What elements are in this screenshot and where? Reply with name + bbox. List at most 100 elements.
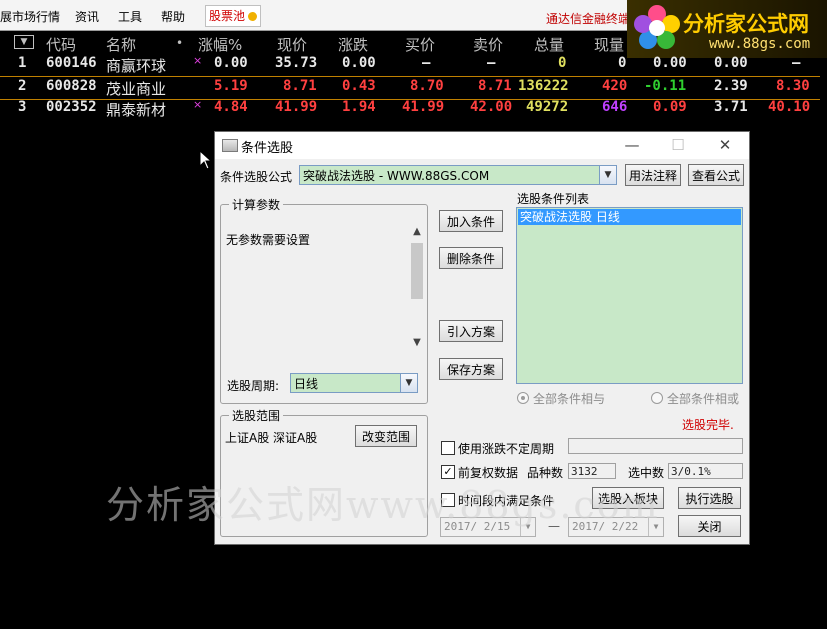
row-change: 1.94 <box>342 99 376 115</box>
params-group-title: 计算参数 <box>229 196 284 213</box>
col-name[interactable]: 名称 <box>106 34 136 55</box>
scope-group-title: 选股范围 <box>229 407 284 424</box>
window-icon <box>222 139 238 152</box>
scroll-down-icon[interactable]: ▼ <box>409 336 425 350</box>
status-text: 选股完毕. <box>682 418 734 432</box>
row-index: 1 <box>18 55 27 71</box>
sort-toggle-icon[interactable]: ▼ <box>14 35 34 49</box>
row-bid: — <box>422 55 431 71</box>
scroll-up-icon[interactable]: ▲ <box>409 225 425 239</box>
chevron-down-icon[interactable]: ▼ <box>599 166 616 184</box>
period-select[interactable]: 日线 ▼ <box>290 373 418 393</box>
row-code: 600828 <box>46 78 97 94</box>
row-ask: 42.00 <box>470 99 513 115</box>
col-change-pct[interactable]: 涨幅% <box>198 34 242 55</box>
row-speed: -0.11 <box>644 78 687 94</box>
row-ask: 8.71 <box>478 78 512 94</box>
date-from-picker: 2017/ 2/15 ▼ <box>440 517 536 537</box>
row-change-pct: 4.84 <box>214 99 248 115</box>
quote-row[interactable]: 2 600828 茂业商业 5.19 8.71 0.43 8.70 8.71 1… <box>0 76 820 100</box>
row-turnover: 0.00 <box>714 55 748 71</box>
chevron-down-icon[interactable]: ▼ <box>400 374 417 392</box>
quote-row[interactable]: 3 002352 鼎泰新材 × 4.84 41.99 1.94 41.99 42… <box>0 98 820 120</box>
mouse-cursor-icon <box>199 150 213 170</box>
row-price: 41.99 <box>275 99 318 115</box>
maximize-icon: ☐ <box>671 136 685 154</box>
time-range-checkbox[interactable] <box>441 493 455 507</box>
formula-label: 条件选股公式 <box>220 170 293 184</box>
row-current-volume: 420 <box>602 78 628 94</box>
menu-stock-pool[interactable]: 股票池 <box>205 5 262 27</box>
add-to-block-button[interactable]: 选股入板块 <box>592 487 664 509</box>
col-volume[interactable]: 总量 <box>534 34 564 55</box>
col-bid[interactable]: 买价 <box>405 34 435 55</box>
date-from-value: 2017/ 2/15 <box>444 520 511 533</box>
execute-button[interactable]: 执行选股 <box>678 487 741 509</box>
close-button[interactable]: 关闭 <box>678 515 741 537</box>
col-price[interactable]: 现价 <box>277 34 307 55</box>
scope-text: 上证A股 深证A股 <box>225 431 318 445</box>
row-ask: — <box>487 55 496 71</box>
quote-row[interactable]: 1 600146 商赢环球 × 0.00 35.73 0.00 — — 0 0 … <box>0 54 820 76</box>
add-condition-button[interactable]: 加入条件 <box>439 210 503 232</box>
row-index: 2 <box>18 78 27 94</box>
row-open: 40.10 <box>768 99 811 115</box>
radio-or-label: 全部条件相或 <box>667 392 740 406</box>
adjust-checkbox[interactable]: ✓ <box>441 465 455 479</box>
row-bid: 8.70 <box>410 78 444 94</box>
row-volume: 136222 <box>518 78 569 94</box>
formula-value: 突破战法选股 - WWW.88GS.COM <box>303 169 490 183</box>
minimize-icon[interactable]: — <box>617 135 647 155</box>
menu-tools[interactable]: 工具 <box>118 8 142 25</box>
scope-group: 选股范围 上证A股 深证A股 改变范围 <box>220 407 428 537</box>
radio-and-label: 全部条件相与 <box>533 392 606 406</box>
notice-text: 通达信金融终端 <box>546 12 631 26</box>
formula-select[interactable]: 突破战法选股 - WWW.88GS.COM ▼ <box>299 165 617 185</box>
change-scope-button[interactable]: 改变范围 <box>355 425 417 447</box>
row-volume: 49272 <box>526 99 569 115</box>
view-formula-button[interactable]: 查看公式 <box>688 164 744 186</box>
row-current-volume: 646 <box>602 99 628 115</box>
row-current-volume: 0 <box>618 55 627 71</box>
col-change[interactable]: 涨跌 <box>338 34 368 55</box>
scroll-thumb[interactable] <box>411 243 423 299</box>
dialog-titlebar[interactable]: 条件选股 — ☐ ✕ <box>215 132 749 159</box>
import-plan-button[interactable]: 引入方案 <box>439 320 503 342</box>
list-item[interactable]: 突破战法选股 日线 <box>518 209 741 225</box>
pool-badge-icon <box>248 12 258 21</box>
menu-help[interactable]: 帮助 <box>161 8 185 25</box>
save-plan-button[interactable]: 保存方案 <box>439 358 503 380</box>
use-period-checkbox[interactable] <box>441 441 455 455</box>
period-label: 选股周期: <box>227 379 280 393</box>
menu-news[interactable]: 资讯 <box>75 8 99 25</box>
usage-notes-button[interactable]: 用法注释 <box>625 164 681 186</box>
row-code: 002352 <box>46 99 97 115</box>
col-dot: • <box>176 36 184 50</box>
count-value: 3132 <box>568 463 616 479</box>
chevron-down-icon: ▼ <box>520 518 535 536</box>
radio-or[interactable] <box>651 392 663 404</box>
menu-market[interactable]: 展市场行情 <box>0 8 60 25</box>
condition-selection-dialog: 条件选股 — ☐ ✕ 条件选股公式 突破战法选股 - WWW.88GS.COM … <box>214 131 750 545</box>
row-open: — <box>792 55 801 71</box>
row-mark: × <box>193 98 203 111</box>
count-label: 品种数 <box>527 466 564 480</box>
row-name: 茂业商业 <box>106 80 167 98</box>
col-ask[interactable]: 卖价 <box>473 34 503 55</box>
time-range-label: 时间段内满足条件 <box>458 494 555 508</box>
radio-and[interactable] <box>517 392 529 404</box>
row-turnover: 2.39 <box>714 78 748 94</box>
use-period-label: 使用涨跌不定周期 <box>458 442 555 456</box>
close-icon[interactable]: ✕ <box>710 135 740 155</box>
row-open: 8.30 <box>776 78 810 94</box>
col-code[interactable]: 代码 <box>46 34 76 55</box>
delete-condition-button[interactable]: 删除条件 <box>439 247 503 269</box>
col-current-volume[interactable]: 现量 <box>594 34 624 55</box>
selected-label: 选中数 <box>628 466 665 480</box>
condition-list[interactable]: 突破战法选股 日线 <box>516 207 743 384</box>
row-change-pct: 5.19 <box>214 78 248 94</box>
params-scrollbar[interactable]: ▲ ▼ <box>409 225 425 350</box>
period-value: 日线 <box>294 377 319 391</box>
date-to-value: 2017/ 2/22 <box>572 520 639 533</box>
row-bid: 41.99 <box>402 99 445 115</box>
